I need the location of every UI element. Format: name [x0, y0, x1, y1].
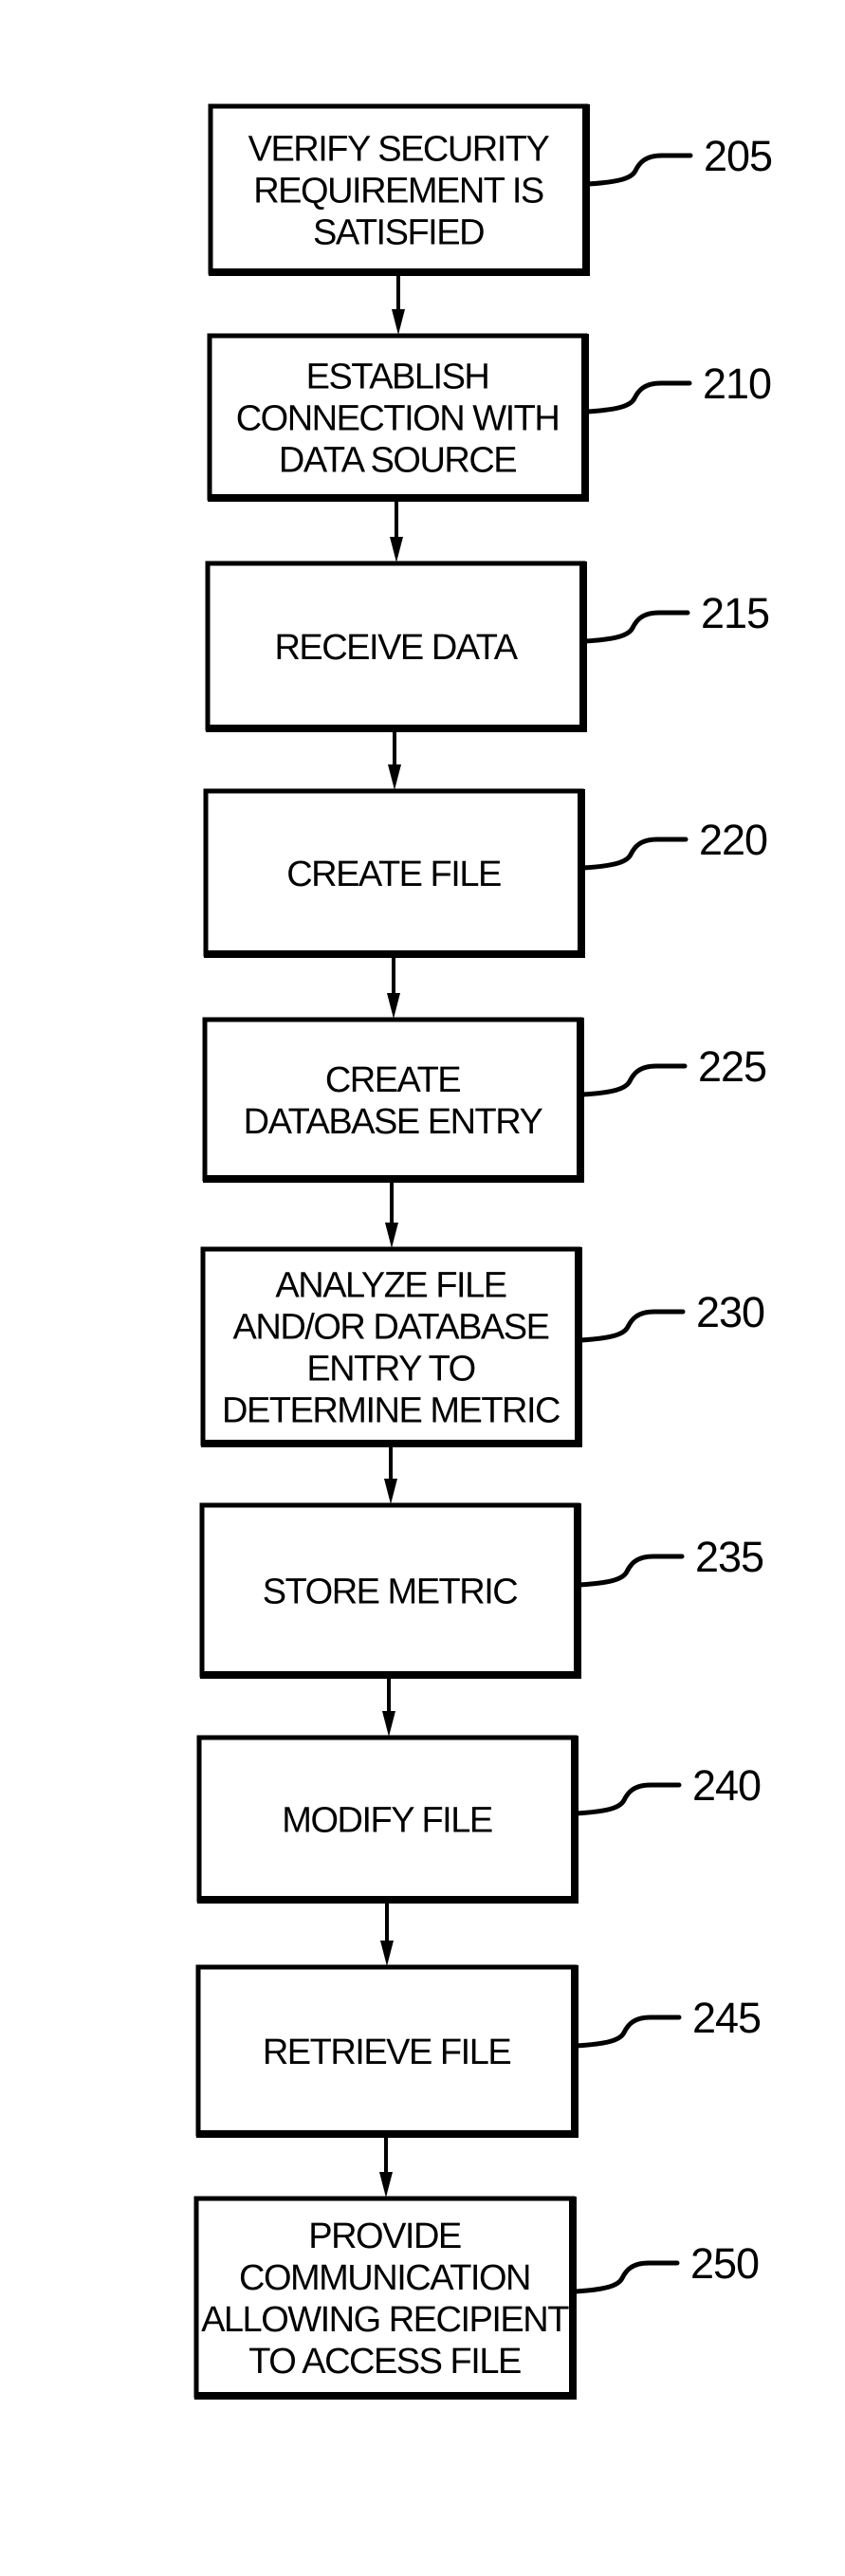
flow-step-240: MODIFY FILE 240 — [196, 1735, 762, 1904]
arrowhead-icon — [379, 2172, 393, 2198]
arrowhead-icon — [384, 1479, 397, 1504]
flow-step-205: VERIFY SECURITYREQUIREMENT ISSATISFIED 20… — [208, 103, 773, 276]
reference-numeral: 225 — [698, 1042, 766, 1091]
arrowhead-icon — [388, 764, 401, 790]
flow-step-215: RECEIVE DATA 215 — [205, 561, 770, 732]
reference-leader-line — [580, 837, 689, 871]
reference-numeral: 205 — [704, 132, 772, 180]
connector-arrow — [382, 1678, 395, 1737]
connector-arrow — [390, 501, 403, 562]
reference-numeral: 235 — [695, 1533, 763, 1581]
step-label-line: STORE METRIC — [263, 1573, 517, 1612]
reference-leader-line — [572, 2260, 680, 2294]
flow-step-245: RETRIEVE FILE 245 — [195, 1964, 762, 2138]
step-label-line: ANALYZE FILE — [275, 1266, 505, 1306]
arrowhead-icon — [390, 537, 403, 562]
step-label-line: ESTABLISH — [306, 358, 489, 397]
step-label-line: COMMUNICATION — [239, 2258, 530, 2298]
flow-step-235: STORE METRIC 235 — [199, 1502, 764, 1679]
reference-numeral: 215 — [701, 589, 769, 637]
step-label-line: RECEIVE DATA — [274, 628, 518, 668]
reference-numeral: 245 — [692, 1994, 761, 2042]
step-label-line: TO ACCESS FILE — [248, 2342, 521, 2382]
reference-leader-line — [577, 1554, 685, 1588]
connector-arrow — [387, 957, 400, 1019]
step-label-line: AND/OR DATABASE — [233, 1308, 549, 1348]
step-label-line: DETERMINE METRIC — [222, 1391, 560, 1431]
reference-numeral: 210 — [703, 359, 771, 408]
reference-leader-line — [585, 153, 693, 187]
reference-numeral: 240 — [692, 1761, 761, 1810]
reference-leader-line — [574, 2015, 682, 2049]
step-label-line: ALLOWING RECIPIENT — [201, 2300, 569, 2340]
reference-leader-line — [579, 1063, 688, 1097]
flow-step-225: CREATEDATABASE ENTRY 225 — [202, 1017, 767, 1183]
arrowhead-icon — [392, 309, 405, 335]
flow-step-210: ESTABLISHCONNECTION WITHDATA SOURCE 210 — [207, 333, 772, 502]
step-label-line: CREATE FILE — [286, 855, 501, 894]
connector-arrow — [388, 731, 401, 790]
step-label-line: CONNECTION WITH — [236, 399, 560, 439]
arrowhead-icon — [387, 993, 400, 1019]
flow-step-250: PROVIDECOMMUNICATIONALLOWING RECIPIENTTO… — [193, 2196, 760, 2400]
connector-arrow — [379, 2137, 393, 2198]
reference-leader-line — [574, 1782, 682, 1816]
connector-arrow — [385, 1182, 398, 1248]
step-label-line: DATABASE ENTRY — [244, 1102, 543, 1142]
flow-step-230: ANALYZE FILEAND/OR DATABASEENTRY TODETER… — [200, 1246, 765, 1447]
flow-step-220: CREATE FILE 220 — [203, 788, 768, 958]
arrowhead-icon — [382, 1711, 395, 1737]
step-label-line: REQUIREMENT IS — [253, 172, 543, 212]
flowchart: VERIFY SECURITYREQUIREMENT ISSATISFIED 20… — [193, 103, 773, 2400]
step-label-line: RETRIEVE FILE — [263, 2033, 510, 2072]
step-label-line: MODIFY FILE — [282, 1801, 492, 1841]
reference-numeral: 230 — [696, 1288, 764, 1336]
step-label-line: SATISFIED — [313, 213, 484, 253]
reference-numeral: 220 — [699, 816, 767, 864]
step-label-line: DATA SOURCE — [279, 441, 516, 481]
arrowhead-icon — [385, 1223, 398, 1248]
connector-arrow — [392, 275, 405, 335]
arrowhead-icon — [380, 1941, 394, 1966]
reference-leader-line — [578, 1309, 686, 1343]
reference-numeral: 250 — [690, 2239, 759, 2288]
step-label-line: PROVIDE — [308, 2217, 461, 2256]
step-label-line: ENTRY TO — [306, 1350, 474, 1389]
connector-arrow — [380, 1903, 394, 1966]
step-label-line: CREATE — [325, 1060, 460, 1100]
connector-arrow — [384, 1446, 397, 1504]
reference-leader-line — [582, 610, 690, 644]
step-label-line: VERIFY SECURITY — [248, 130, 550, 170]
reference-leader-line — [584, 380, 692, 414]
